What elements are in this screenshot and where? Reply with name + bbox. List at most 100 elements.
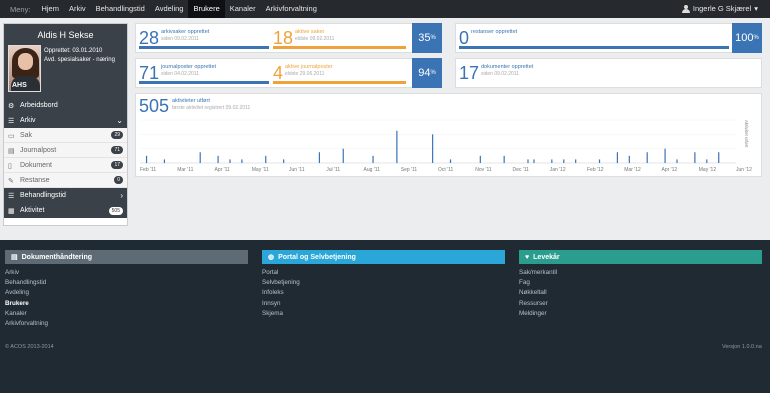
footer-link[interactable]: Infoleks: [262, 288, 505, 298]
cases-created-sub: siden 09.02.2011: [161, 36, 199, 42]
footer-link[interactable]: Portal: [262, 268, 505, 278]
activities-label: aktiviteter utført: [172, 98, 210, 104]
count-badge: 17: [111, 161, 123, 169]
sidebar-item-arbeidsbord[interactable]: ⚙ Arbeidsbord: [4, 98, 127, 113]
chart-tick-label: May '11: [252, 167, 269, 173]
backlog-panel: 0 restanser opprettet: [455, 23, 762, 53]
footer-link[interactable]: Selvbetjening: [262, 278, 505, 288]
top-navbar: Meny: Hjem Arkiv Behandlingstid Avdeling…: [0, 0, 770, 18]
sidebar-item-behandlingstid[interactable]: ☰ Behandlingstid ›: [4, 188, 127, 203]
nav-arkiv[interactable]: Arkiv: [64, 0, 91, 18]
footer-link[interactable]: Innsyn: [262, 299, 505, 309]
cases-active-bar: [273, 46, 406, 49]
chart-bar: [318, 152, 320, 163]
sidebar-item-sak[interactable]: ▭ Sak 29: [4, 128, 127, 143]
backlog-bar: [459, 46, 729, 49]
chart-tick-label: Jul '11: [326, 167, 340, 173]
table-icon: ▤: [11, 254, 18, 261]
chart-tick-label: Nov '11: [475, 167, 492, 173]
list-icon: ☰: [8, 193, 15, 200]
footer-link[interactable]: Skjema: [262, 309, 505, 319]
footer-link[interactable]: Arkiv: [5, 268, 248, 278]
avatar-initials: AHS: [12, 82, 27, 89]
backlog-number: 0: [459, 28, 470, 48]
footer-link[interactable]: Brukere: [5, 299, 248, 309]
profile-created: Opprettet: 03.01.2010: [44, 48, 103, 54]
chart-tick-label: Jun '11: [289, 167, 305, 173]
chart-bar: [217, 155, 219, 163]
nav-kanaler[interactable]: Kanaler: [225, 0, 261, 18]
sidebar-label: Arkiv: [20, 117, 36, 124]
chart-bar: [503, 155, 505, 163]
count-badge: 29: [111, 131, 123, 139]
globe-icon: ◍: [268, 254, 275, 261]
chart-bar: [527, 159, 529, 163]
chart-tick-label: Dec '11: [513, 167, 530, 173]
sidebar-item-arkiv[interactable]: ☰ Arkiv ⌄: [4, 113, 127, 128]
footer-link[interactable]: Fag: [519, 278, 762, 288]
posts-active-label: aktive journalposter: [285, 64, 333, 70]
chart-bar: [342, 148, 344, 163]
posts-created-bar: [139, 81, 269, 84]
chart-bar: [664, 148, 666, 163]
cases-active-sub: eldste 09.02.2011: [295, 36, 335, 42]
nav-brukere[interactable]: Brukere: [188, 0, 225, 18]
posts-created-label: journalposter opprettet: [161, 64, 217, 70]
list-icon: ☰: [8, 118, 15, 125]
posts-created-number: 71: [139, 63, 160, 83]
sidebar: Aldis H Sekse AHS Opprettet: 03.01.2010 …: [3, 23, 128, 226]
cases-created-label: arkivsaker opprettet: [161, 29, 210, 35]
chevron-down-icon: ⌄: [116, 116, 123, 125]
nav-arkivforvaltning[interactable]: Arkivforvaltning: [261, 0, 322, 18]
documents-label: dokumenter opprettet: [481, 64, 534, 70]
sidebar-label: Arbeidsbord: [20, 102, 58, 109]
sidebar-item-journalpost[interactable]: ▤ Journalpost 71: [4, 143, 127, 158]
footer-link[interactable]: Kanaler: [5, 309, 248, 319]
chart-bar: [199, 152, 201, 163]
activities-sub: første aktivitet registrert 09.02.2011: [172, 105, 251, 111]
footer-link[interactable]: Behandlingstid: [5, 278, 248, 288]
nav-hjem[interactable]: Hjem: [36, 0, 64, 18]
footer-link[interactable]: Meldinger: [519, 309, 762, 319]
chart-bar: [283, 159, 285, 163]
posts-created-sub: siden 04.02.2011: [161, 71, 199, 77]
activities-number: 505: [139, 96, 170, 116]
avatar: AHS: [8, 45, 41, 92]
footer-link[interactable]: Ressurser: [519, 299, 762, 309]
chart-bar: [575, 159, 577, 163]
footer-link[interactable]: Nøkkeltall: [519, 288, 762, 298]
chart-tick-label: Sep '11: [401, 167, 418, 173]
footer-column-portal: ◍ Portal og Selvbetjening Portal Selvbetj…: [262, 250, 505, 319]
chart-bar: [628, 155, 630, 163]
backlog-percent-badge: 100%: [732, 23, 762, 53]
count-badge: 0: [114, 176, 123, 184]
nav-avdeling[interactable]: Avdeling: [150, 0, 189, 18]
nav-behandlingstid[interactable]: Behandlingstid: [91, 0, 150, 18]
footer-link[interactable]: Sak/merkantil: [519, 268, 762, 278]
journal-icon: ▤: [8, 147, 15, 155]
sidebar-item-aktivitet[interactable]: ▦ Aktivitet 505: [4, 203, 127, 218]
version-text: Versjon 1.0.0.na: [722, 344, 762, 350]
heart-icon: ♥: [525, 253, 530, 261]
chart-tick-label: Mar '12: [624, 167, 641, 173]
user-menu[interactable]: Ingerle G Skjærel ▾: [681, 0, 758, 18]
sidebar-item-restanse[interactable]: ✎ Restanse 0: [4, 173, 127, 188]
chart-tick-label: Jun '12: [736, 167, 752, 173]
chart-tick-label: Feb '11: [140, 167, 156, 173]
cases-active-number: 18: [273, 28, 294, 48]
footer-column-documents: ▤ Dokumenthåndtering Arkiv Behandlingstid…: [5, 250, 248, 329]
sidebar-item-dokument[interactable]: ▯ Dokument 17: [4, 158, 127, 173]
footer-link[interactable]: Avdeling: [5, 288, 248, 298]
chart-bar: [479, 155, 481, 163]
footer: ▤ Dokumenthåndtering Arkiv Behandlingstid…: [0, 240, 770, 393]
cases-created-number: 28: [139, 28, 160, 48]
chart-y-axis-label: Aktivitet utført: [744, 120, 749, 148]
sidebar-label: Aktivitet: [20, 207, 45, 214]
cases-active-label: aktive saker: [295, 29, 325, 35]
chart-bar: [646, 152, 648, 163]
sidebar-label: Sak: [20, 131, 33, 139]
footer-link[interactable]: Arkivforvaltning: [5, 319, 248, 329]
chart-tick-label: Oct '11: [438, 167, 454, 173]
cases-created-bar: [139, 46, 269, 49]
footer-heading-documents: ▤ Dokumenthåndtering: [5, 250, 248, 264]
